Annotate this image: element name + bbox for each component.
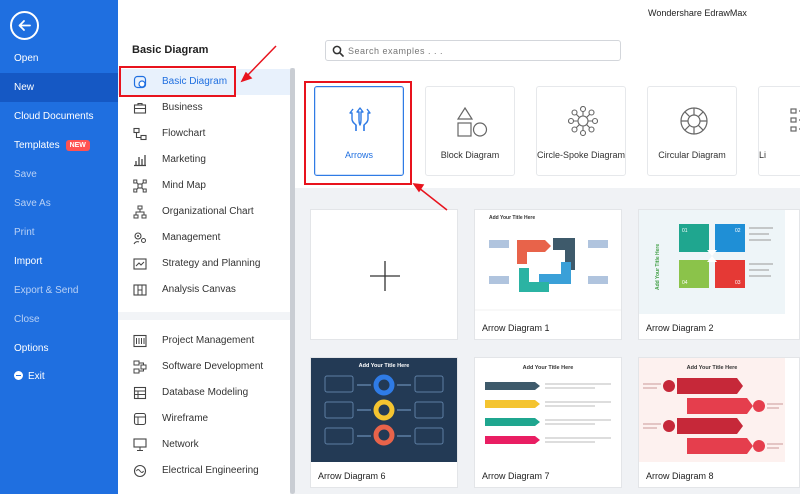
edrawmax-new-screen: Open New Cloud Documents Templates NEW Sa… [0,0,800,494]
annotation-arrows-layer [240,45,448,211]
